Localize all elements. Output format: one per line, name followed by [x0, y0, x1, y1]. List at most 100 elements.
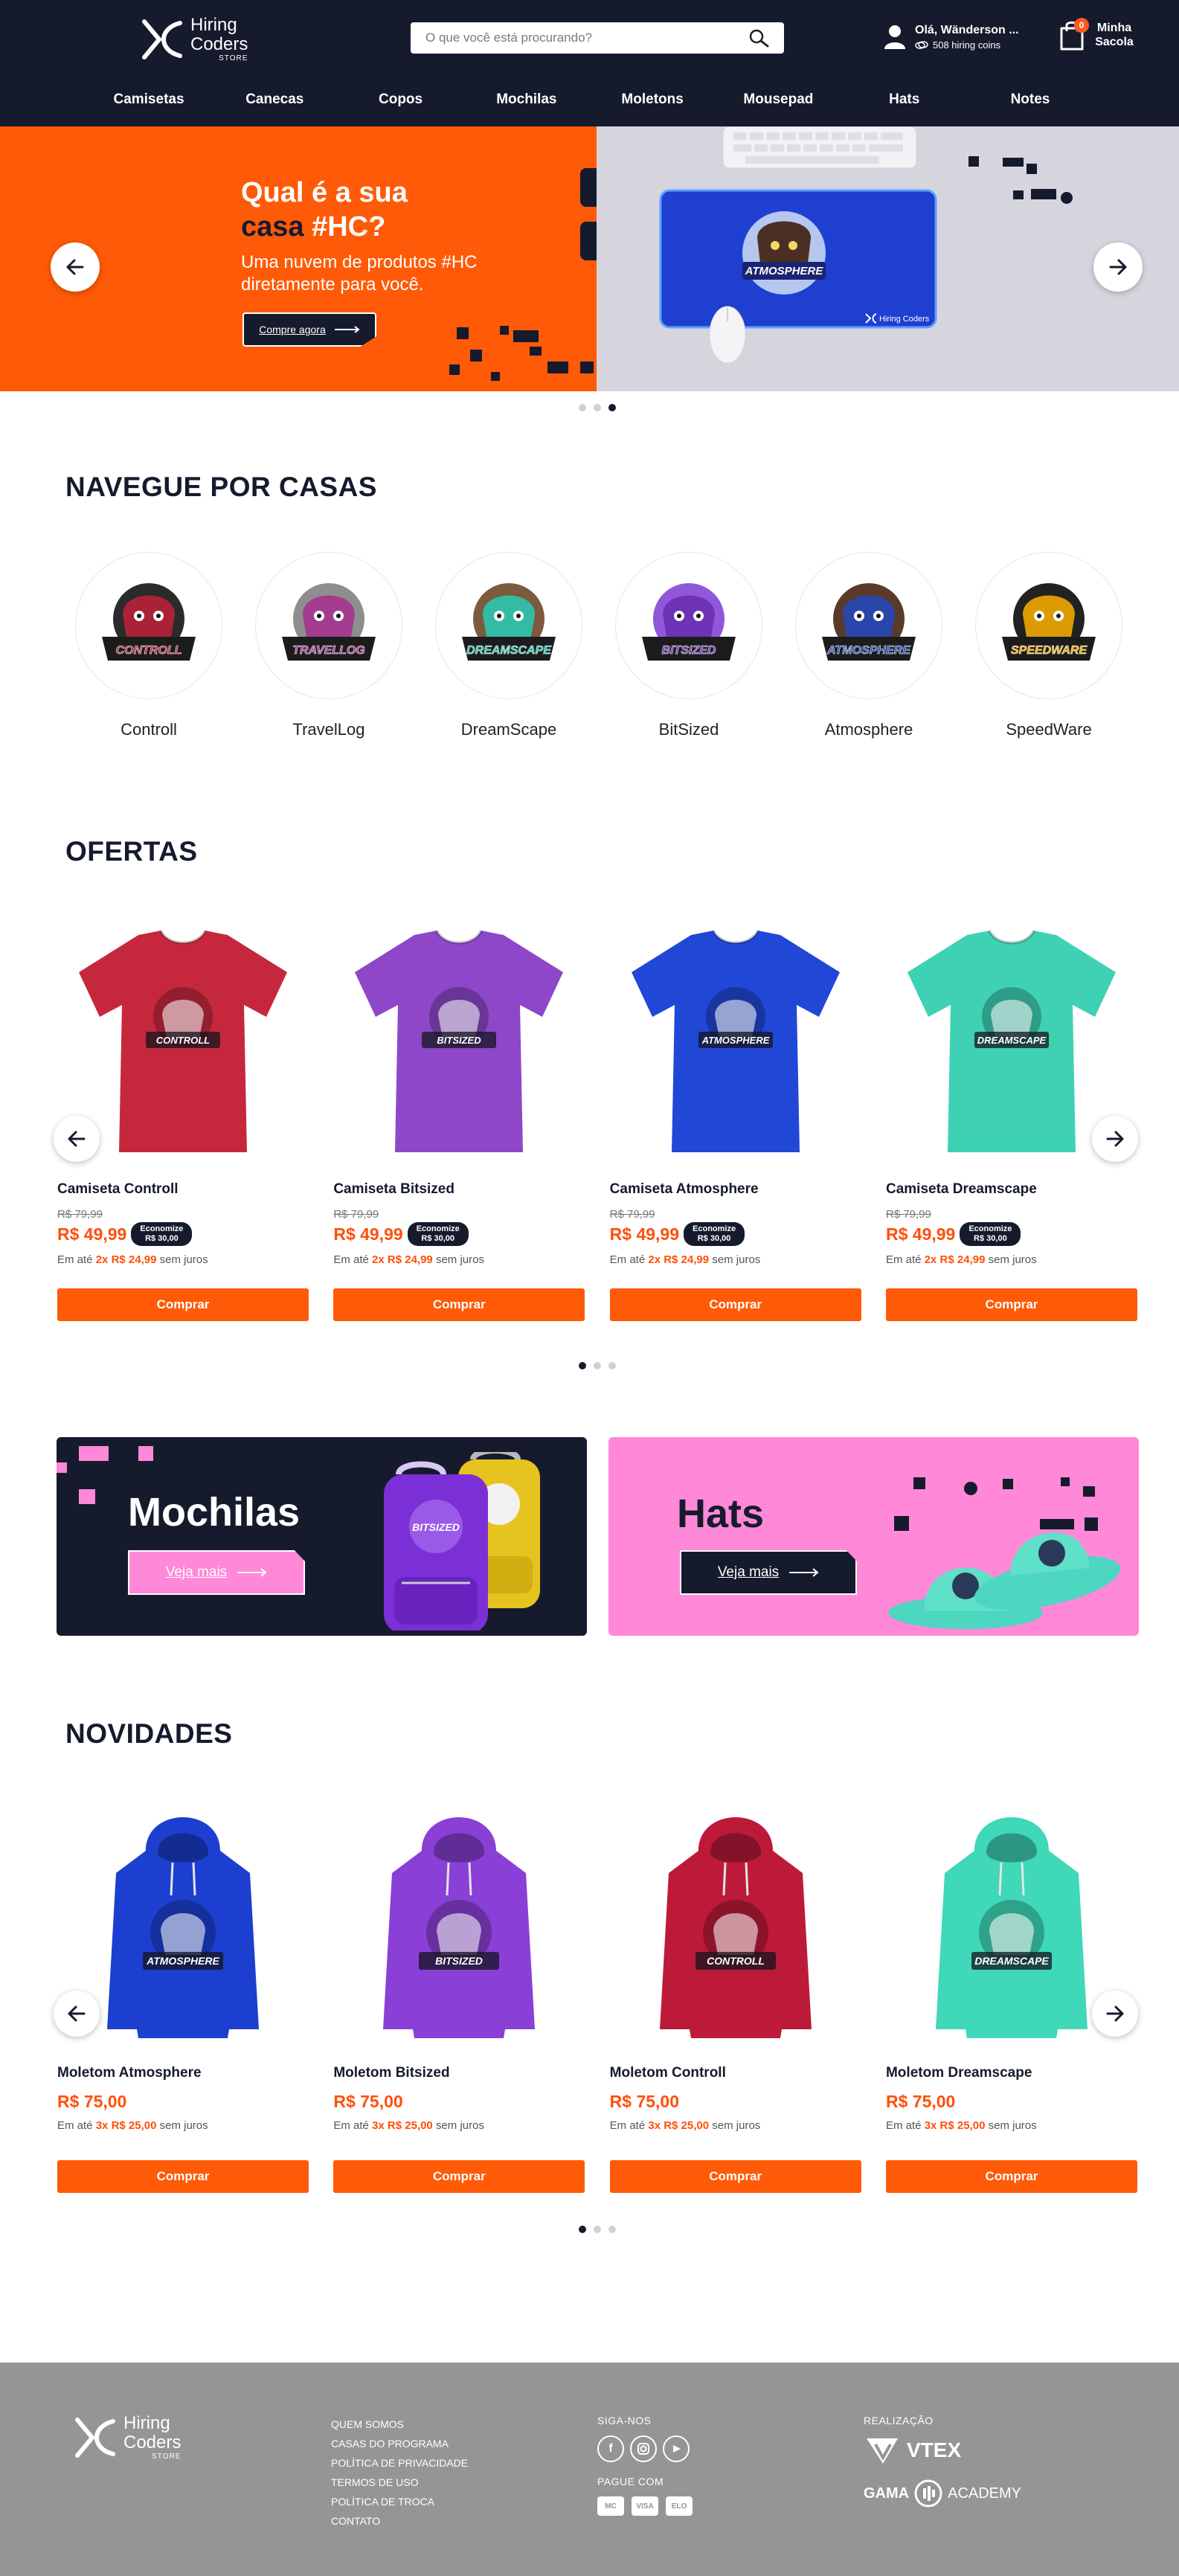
offers-next-button[interactable]: [1092, 1116, 1138, 1162]
house-logo[interactable]: CONTROLL: [75, 552, 222, 699]
search-icon[interactable]: [748, 28, 769, 48]
tshirt-image: ATMOSPHERE: [631, 929, 840, 1152]
pixel-decoration: [547, 362, 568, 373]
footer-link-troca[interactable]: POLÍTICA DE TROCA: [331, 2492, 468, 2511]
gama-academy-logo[interactable]: GAMA ACADEMY: [864, 2479, 1021, 2508]
nav-camisetas[interactable]: Camisetas: [97, 83, 201, 116]
nav-moletons[interactable]: Moletons: [600, 83, 704, 116]
product-image[interactable]: CONTROLL: [610, 1799, 861, 2052]
nav-copos[interactable]: Copos: [349, 83, 453, 116]
product-price: R$ 49,99: [57, 1224, 127, 1244]
house-logo[interactable]: TRAVELLOG: [255, 552, 402, 699]
footer-link-termos[interactable]: TERMOS DE USO: [331, 2473, 468, 2492]
house-card[interactable]: ATMOSPHERE Atmosphere: [794, 552, 943, 739]
hats-banner[interactable]: Hats Veja mais: [608, 1437, 1139, 1636]
hero-prev-button[interactable]: [51, 242, 100, 292]
nav-hats[interactable]: Hats: [852, 83, 957, 116]
product-card: ATMOSPHERE Camiseta Atmosphere R$ 79,99 R$ …: [609, 916, 861, 1321]
hero-pagination: [579, 404, 616, 411]
nav-mousepad[interactable]: Mousepad: [726, 83, 830, 116]
house-name[interactable]: SpeedWare: [974, 720, 1123, 739]
nav-notes[interactable]: Notes: [978, 83, 1082, 116]
footer-link-privacidade[interactable]: POLÍTICA DE PRIVACIDADE: [331, 2453, 468, 2473]
hoodie-image: ATMOSPHERE: [107, 1817, 259, 2038]
hats-cta-button[interactable]: Veja mais: [680, 1550, 857, 1595]
arrow-right-icon: [237, 1568, 267, 1577]
pagination-dot[interactable]: [594, 404, 601, 411]
gama-text: GAMA: [864, 2485, 910, 2502]
nav-mochilas[interactable]: Mochilas: [475, 83, 579, 116]
mochilas-cta-button[interactable]: Veja mais: [128, 1550, 305, 1595]
pagination-dot-active[interactable]: [579, 1362, 586, 1369]
product-name[interactable]: Camiseta Bitsized: [333, 1181, 585, 1198]
house-card[interactable]: CONTROLL Controll: [74, 552, 223, 739]
house-card[interactable]: TRAVELLOG TravelLog: [254, 552, 403, 739]
news-next-button[interactable]: [1092, 1991, 1138, 2037]
house-card[interactable]: SPEEDWARE SpeedWare: [974, 552, 1123, 739]
house-card[interactable]: DREAMSCAPE DreamScape: [434, 552, 583, 739]
buy-button[interactable]: Comprar: [333, 2160, 585, 2193]
buy-button[interactable]: Comprar: [609, 2160, 861, 2193]
youtube-icon[interactable]: [663, 2435, 690, 2462]
buy-button[interactable]: Comprar: [885, 2160, 1137, 2193]
user-greeting: Olá, Wänderson ...: [915, 24, 1019, 36]
product-name[interactable]: Moletom Controll: [610, 2065, 861, 2081]
pagination-dot[interactable]: [608, 2226, 616, 2233]
house-name[interactable]: BitSized: [614, 720, 763, 739]
installments-times: 2x: [95, 1253, 109, 1266]
arrow-left-icon: [68, 1131, 86, 1147]
product-image[interactable]: BITSIZED: [333, 916, 585, 1169]
buy-button[interactable]: Comprar: [57, 2160, 309, 2193]
vtex-logo[interactable]: VTEX: [864, 2435, 1021, 2465]
house-logo[interactable]: ATMOSPHERE: [795, 552, 942, 699]
footer-logo[interactable]: Hiring Coders STORE: [73, 2415, 181, 2461]
pagination-dot[interactable]: [594, 2226, 601, 2233]
product-name[interactable]: Camiseta Dreamscape: [886, 1181, 1137, 1198]
house-name[interactable]: TravelLog: [254, 720, 403, 739]
instagram-icon[interactable]: [630, 2435, 657, 2462]
house-card[interactable]: BITSIZED BitSized: [614, 552, 763, 739]
product-name[interactable]: Moletom Dreamscape: [886, 2065, 1137, 2081]
house-logo[interactable]: DREAMSCAPE: [435, 552, 582, 699]
footer-link-quem-somos[interactable]: QUEM SOMOS: [331, 2415, 468, 2434]
footer-link-casas[interactable]: CASAS DO PROGRAMA: [331, 2434, 468, 2453]
product-image[interactable]: BITSIZED: [333, 1799, 585, 2052]
news-prev-button[interactable]: [54, 1991, 100, 2037]
product-name[interactable]: Moletom Atmosphere: [57, 2065, 309, 2081]
house-logo[interactable]: BITSIZED: [615, 552, 762, 699]
hero-cta-button[interactable]: Compre agora: [242, 312, 376, 347]
product-name[interactable]: Camiseta Atmosphere: [610, 1181, 861, 1198]
product-name[interactable]: Camiseta Controll: [57, 1181, 309, 1198]
pagination-dot-active[interactable]: [579, 2226, 586, 2233]
nav-canecas[interactable]: Canecas: [222, 83, 327, 116]
buy-button[interactable]: Comprar: [609, 1288, 861, 1321]
offers-prev-button[interactable]: [54, 1116, 100, 1162]
house-emblem-icon: BITSIZED: [642, 583, 736, 661]
user-account[interactable]: Olá, Wänderson ... 508 hiring coins: [884, 24, 1019, 51]
pagination-dot[interactable]: [579, 404, 586, 411]
pagination-dot-active[interactable]: [608, 404, 616, 411]
house-name[interactable]: DreamScape: [434, 720, 583, 739]
hero-next-button[interactable]: [1093, 242, 1143, 292]
store-logo[interactable]: Hiring Coders STORE: [140, 16, 248, 62]
pixel-decoration: [79, 1446, 109, 1461]
buy-button[interactable]: Comprar: [885, 1288, 1137, 1321]
facebook-icon[interactable]: f: [597, 2435, 624, 2462]
mochilas-banner[interactable]: Mochilas Veja mais BITSIZED: [57, 1437, 587, 1636]
house-name[interactable]: Atmosphere: [794, 720, 943, 739]
svg-text:BITSIZED: BITSIZED: [662, 644, 716, 657]
buy-button[interactable]: Comprar: [333, 1288, 585, 1321]
footer-link-contato[interactable]: CONTATO: [331, 2511, 468, 2531]
house-logo[interactable]: SPEEDWARE: [975, 552, 1122, 699]
product-image[interactable]: ATMOSPHERE: [610, 916, 861, 1169]
buy-button[interactable]: Comprar: [57, 1288, 309, 1321]
pagination-dot[interactable]: [594, 1362, 601, 1369]
search-input[interactable]: [411, 22, 723, 54]
installments-text: Em até 2x R$ 24,99 sem juros: [57, 1253, 309, 1266]
house-name[interactable]: Controll: [74, 720, 223, 739]
houses-section-title: NAVEGUE POR CASAS: [65, 472, 377, 502]
product-name[interactable]: Moletom Bitsized: [333, 2065, 585, 2081]
savings-value: R$ 30,00: [145, 1234, 179, 1243]
shopping-bag[interactable]: 0 Minha Sacola: [1059, 18, 1137, 51]
pagination-dot[interactable]: [608, 1362, 616, 1369]
